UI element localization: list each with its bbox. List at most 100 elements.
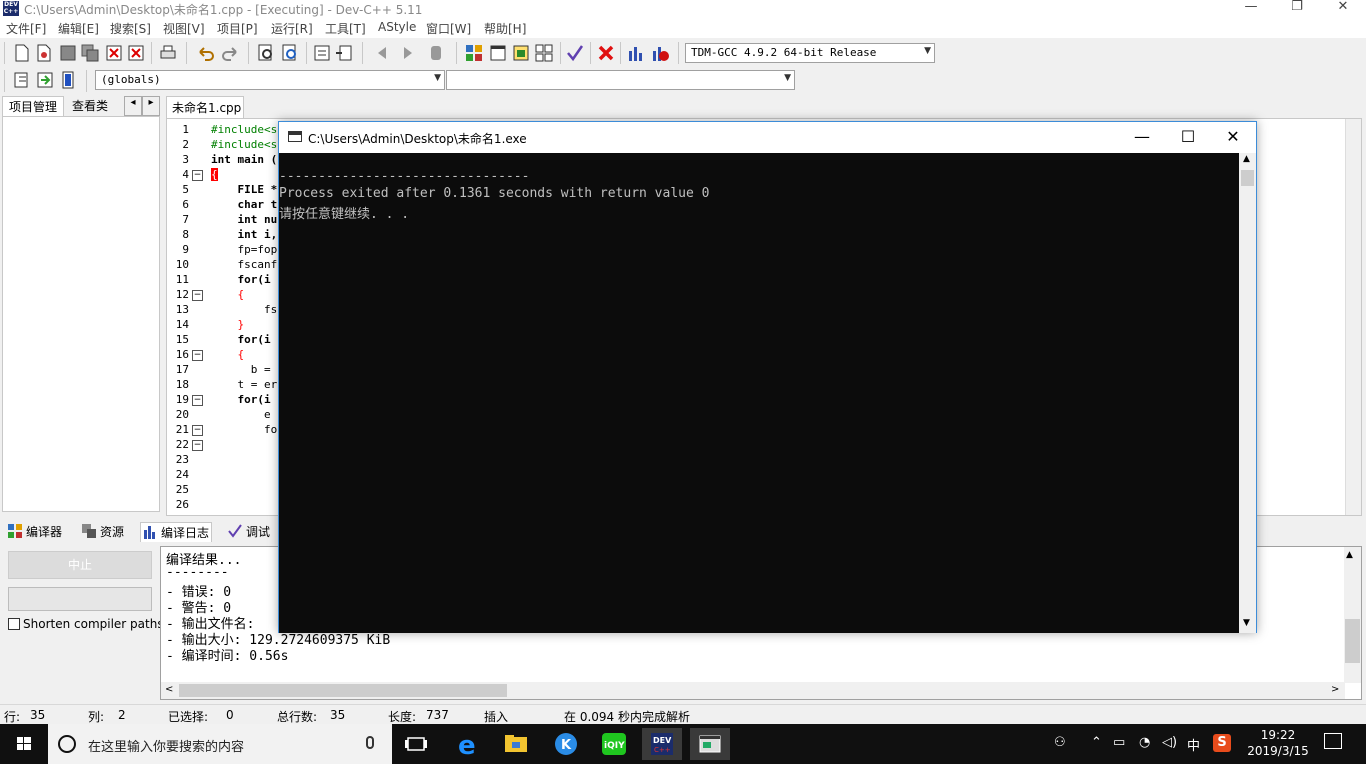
log-horizontal-scrollbar[interactable]: < > [161,682,1345,699]
fold-toggle-icon[interactable]: − [192,395,203,406]
scroll-down-icon[interactable]: ▼ [1243,618,1250,628]
close-all-icon[interactable] [126,43,146,63]
goto-declaration-icon[interactable] [35,70,55,90]
goto-bookmark-icon[interactable] [334,43,354,63]
stop-execution-icon[interactable] [596,43,616,63]
profile-chart-icon[interactable] [626,43,646,63]
tab-compile-log[interactable]: 编译日志 [140,522,213,542]
menu-run[interactable]: 运行[R] [271,20,313,37]
panel-prev-arrow[interactable]: ◂ [124,96,142,116]
menu-view[interactable]: 视图[V] [163,20,205,37]
replace-icon[interactable] [280,43,300,63]
toggle-comment-icon[interactable] [426,43,446,63]
goto-definition-icon[interactable] [58,70,78,90]
kugou-music-icon[interactable]: K [546,728,586,760]
tab-debug[interactable]: 调试 [226,522,272,542]
toolbar-divider [151,42,152,64]
task-view-icon[interactable] [396,728,436,760]
menu-tools[interactable]: 工具[T] [325,20,366,37]
console-maximize-button[interactable]: ☐ [1165,126,1211,148]
close-file-icon[interactable] [104,43,124,63]
grid-icon[interactable] [534,43,554,63]
save-icon[interactable] [58,43,78,63]
console-window[interactable]: C:\Users\Admin\Desktop\未命名1.exe — ☐ ✕ --… [278,121,1257,633]
windows-start-icon[interactable] [4,728,44,760]
redo-icon[interactable] [220,43,240,63]
edge-browser-icon[interactable]: e [448,728,488,761]
volume-icon[interactable]: ◁) [1162,735,1177,750]
compiler-select[interactable]: TDM-GCC 4.9.2 64-bit Release ▼ [685,43,935,63]
project-tree[interactable] [2,116,160,512]
insert-icon[interactable] [12,70,32,90]
taskbar-clock[interactable]: 19:22 2019/3/15 [1243,727,1313,759]
scroll-thumb[interactable] [1345,619,1360,663]
tab-editor-file[interactable]: 未命名1.cpp [166,96,244,118]
console-scrollbar[interactable]: ▲ ▼ [1239,153,1256,633]
undo-icon[interactable] [196,43,216,63]
sogou-input-icon[interactable]: S [1213,734,1231,752]
menu-astyle[interactable]: AStyle [378,20,416,34]
tab-class-browser[interactable]: 查看类 [66,96,114,116]
console-close-button[interactable]: ✕ [1210,126,1256,148]
console-output[interactable]: -------------------------------- Process… [279,153,1240,633]
fold-toggle-icon[interactable]: − [192,170,203,181]
tab-resources[interactable]: 资源 [80,522,126,542]
goto-line-icon[interactable] [312,43,332,63]
fold-toggle-icon[interactable]: − [192,425,203,436]
menu-project[interactable]: 项目[P] [217,20,258,37]
fold-toggle-icon[interactable]: − [192,290,203,301]
window-icon[interactable] [488,43,508,63]
menu-help[interactable]: 帮助[H] [484,20,526,37]
taskbar-search-box[interactable]: 在这里输入你要搜索的内容 [48,724,392,764]
log-vertical-scrollbar[interactable]: ▲ [1344,547,1361,683]
tab-project-manager[interactable]: 项目管理 [2,96,65,116]
open-file-icon[interactable] [34,43,54,63]
fold-toggle-icon[interactable]: − [192,440,203,451]
close-button[interactable]: ✕ [1320,0,1366,18]
action-center-icon[interactable] [1324,733,1342,749]
iqiyi-icon[interactable]: iQIY [594,728,634,760]
scroll-left-icon[interactable]: < [165,684,173,695]
restore-button[interactable]: ❐ [1274,0,1320,18]
fold-toggle-icon[interactable]: − [192,350,203,361]
indent-right-icon[interactable] [398,43,418,63]
scroll-up-icon[interactable]: ▲ [1243,154,1250,164]
scroll-up-icon[interactable]: ▲ [1346,550,1353,560]
scope-select[interactable]: (globals) ▼ [95,70,445,90]
menu-window[interactable]: 窗口[W] [426,20,471,37]
scroll-right-icon[interactable]: > [1331,684,1339,695]
tab-compiler[interactable]: 编译器 [6,522,64,542]
microphone-icon[interactable] [366,736,374,749]
indent-left-icon[interactable] [372,43,392,63]
console-taskbar-icon[interactable] [690,728,730,760]
panel-next-arrow[interactable]: ▸ [142,96,160,116]
print-icon[interactable] [158,43,178,63]
find-icon[interactable] [256,43,276,63]
people-icon[interactable]: ⚇ [1054,735,1066,750]
new-file-icon[interactable] [12,43,32,63]
delete-profile-icon[interactable] [650,43,670,63]
devcpp-taskbar-icon[interactable]: DEV C++ [642,728,682,760]
member-select[interactable]: ▼ [446,70,795,90]
editor-scrollbar[interactable] [1345,119,1361,515]
battery-icon[interactable]: ▭ [1113,735,1125,750]
menu-edit[interactable]: 编辑[E] [58,20,99,37]
shorten-paths-checkbox[interactable]: Shorten compiler paths [8,617,164,631]
menu-file[interactable]: 文件[F] [6,20,46,37]
view-icon[interactable] [511,43,531,63]
abort-button[interactable]: 中止 [8,551,152,579]
new-project-icon[interactable] [464,43,484,63]
minimize-button[interactable]: — [1228,0,1274,18]
check-syntax-icon[interactable] [565,43,585,63]
menu-search[interactable]: 搜索[S] [110,20,151,37]
ime-indicator[interactable]: 中 [1187,735,1200,754]
show-hidden-icons-icon[interactable]: ⌃ [1091,735,1102,750]
save-all-icon[interactable] [80,43,100,63]
line-number: 13 [175,303,189,316]
checkbox-box[interactable] [8,618,20,630]
console-minimize-button[interactable]: — [1119,126,1165,148]
scroll-thumb[interactable] [1241,170,1254,186]
scroll-thumb[interactable] [179,684,507,697]
network-icon[interactable]: ◔ [1139,735,1150,750]
file-explorer-icon[interactable] [496,728,536,760]
